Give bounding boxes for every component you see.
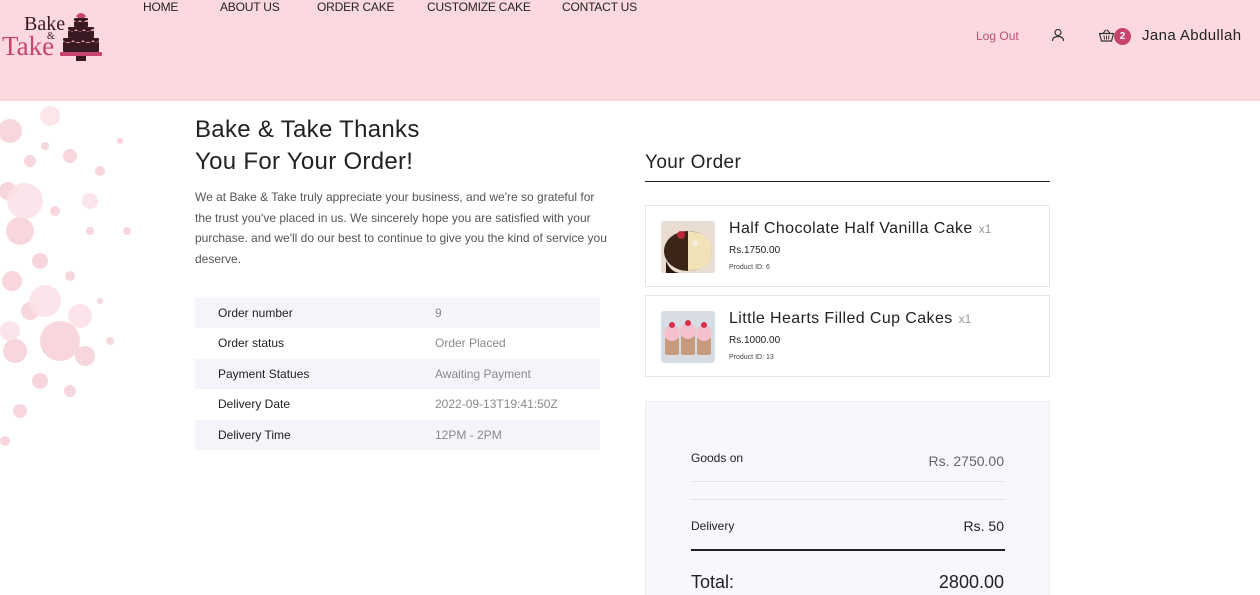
product-image	[661, 221, 715, 273]
product-price: Rs.1750.00	[729, 245, 781, 256]
order-summary: Goods on Rs. 2750.00 Delivery Rs. 50 Tot…	[645, 401, 1050, 595]
thank-you-message: We at Bake & Take truly appreciate your …	[195, 190, 607, 266]
thank-you-heading-line1: Bake & Take Thanks	[195, 116, 420, 143]
total-label: Total:	[691, 572, 735, 592]
user-name[interactable]: Jana Abdullah	[1142, 27, 1241, 44]
nav-home[interactable]: HOME	[143, 0, 178, 14]
product-name: Little Hearts Filled Cup Cakes x1	[729, 310, 971, 328]
order-status-label: Order status	[218, 336, 285, 351]
payment-status-label: Payment Statues	[218, 366, 310, 381]
product-quantity: x1	[958, 312, 972, 326]
order-item-card: Little Hearts Filled Cup Cakes x1 Rs.1000…	[645, 295, 1050, 377]
order-number-label: Order number	[218, 306, 293, 320]
product-image	[661, 311, 715, 363]
product-name-text: Little Hearts Filled Cup Cakes	[729, 310, 953, 327]
user-icon[interactable]	[1051, 28, 1065, 42]
your-order-heading: Your Order	[645, 152, 742, 173]
delivery-date-label: Delivery Date	[218, 397, 291, 412]
decorative-splash	[0, 106, 131, 446]
nav-customize-cake[interactable]: CUSTOMIZE CAKE	[427, 0, 531, 14]
nav-contact-us[interactable]: CONTACT US	[562, 0, 637, 14]
divider	[691, 549, 1005, 551]
total-value: 2800.00	[938, 572, 1004, 592]
basket-icon[interactable]	[1099, 29, 1114, 42]
cake-logo-icon	[60, 13, 102, 61]
logo-text-take: Take	[2, 31, 55, 61]
delivery-time-value: 12PM - 2PM	[435, 427, 502, 442]
site-header: Bake & Take HOME ABOUT US ORDER CAKE CUS…	[0, 0, 1260, 101]
nav-about-us[interactable]: ABOUT US	[220, 0, 280, 14]
divider	[691, 481, 1005, 482]
order-detail-row: Delivery Time 12PM - 2PM	[195, 419, 600, 450]
divider	[691, 499, 1005, 500]
payment-status-value: Awaiting Payment	[435, 366, 531, 381]
product-price: Rs.1000.00	[729, 335, 781, 346]
product-id: Product ID: 13	[729, 354, 774, 361]
divider	[645, 181, 1050, 182]
goods-label: Goods on	[691, 451, 744, 465]
nav-order-cake[interactable]: ORDER CAKE	[317, 0, 395, 14]
product-name: Half Chocolate Half Vanilla Cake x1	[729, 220, 991, 238]
delivery-label: Delivery	[691, 519, 735, 533]
order-number-value: 9	[435, 306, 442, 320]
order-status-value: Order Placed	[435, 336, 506, 351]
order-detail-row: Delivery Date 2022-09-13T19:41:50Z	[195, 389, 600, 419]
delivery-time-label: Delivery Time	[218, 427, 291, 442]
cart-count-badge: 2	[1114, 28, 1131, 45]
order-detail-row: Payment Statues Awaiting Payment	[195, 358, 600, 390]
delivery-date-value: 2022-09-13T19:41:50Z	[435, 397, 558, 412]
order-detail-row: Order status Order Placed	[195, 328, 600, 358]
product-name-text: Half Chocolate Half Vanilla Cake	[729, 220, 973, 237]
thank-you-heading-line2: You For Your Order!	[195, 148, 414, 175]
product-quantity: x1	[978, 222, 992, 236]
delivery-value: Rs. 50	[963, 518, 1004, 534]
brand-logo[interactable]: Bake & Take	[2, 8, 102, 62]
product-id: Product ID: 6	[729, 264, 770, 271]
thank-you-heading: Bake & Take Thanks You For Your Order!	[195, 114, 615, 178]
logout-link[interactable]: Log Out	[976, 29, 1019, 43]
goods-value: Rs. 2750.00	[928, 453, 1005, 469]
order-item-card: Half Chocolate Half Vanilla Cake x1 Rs.17…	[645, 205, 1050, 287]
order-detail-row: Order number 9	[195, 298, 600, 329]
order-details-table: Order number 9 Order status Order Placed…	[195, 298, 600, 450]
